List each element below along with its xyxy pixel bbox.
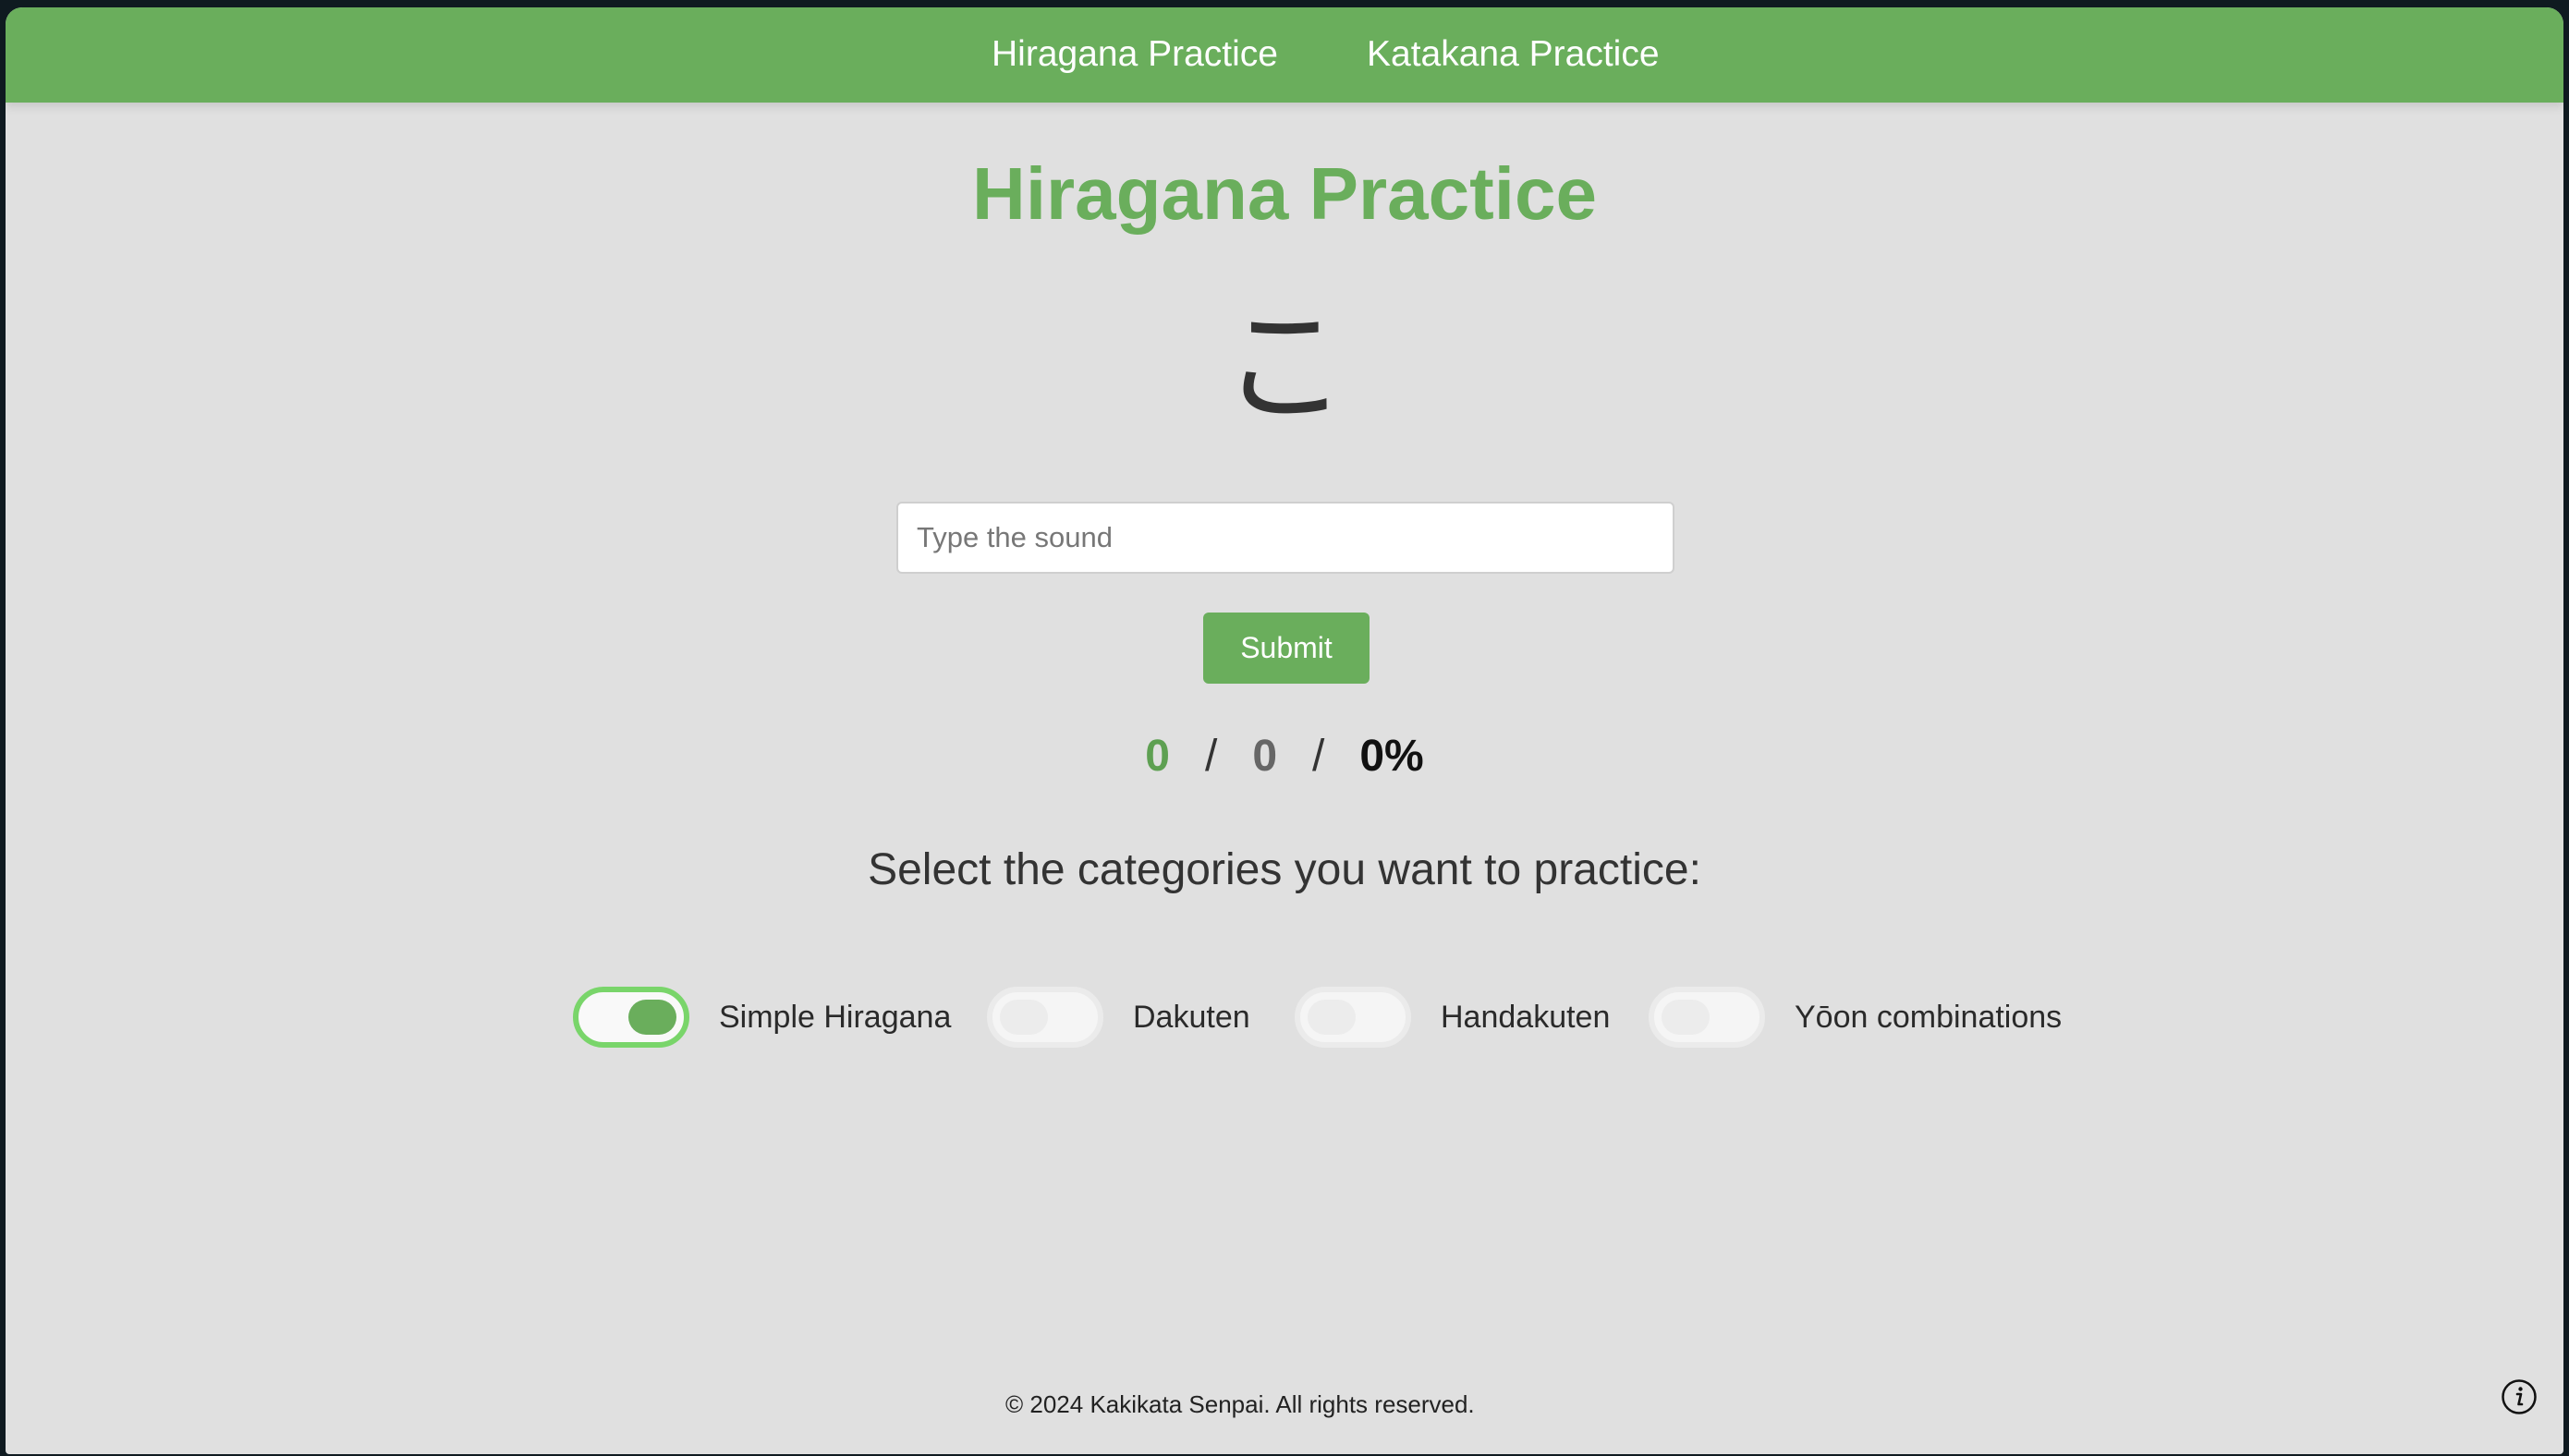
accuracy-percent: 0%	[1359, 732, 1424, 781]
category-simple-hiragana: Simple Hiragana	[573, 985, 951, 1050]
categories-prompt: Select the categories you want to practi…	[868, 845, 1701, 894]
score-separator: /	[1204, 732, 1218, 781]
category-label: Yōon combinations	[1795, 999, 2063, 1035]
category-label: Simple Hiragana	[719, 999, 952, 1035]
answer-input[interactable]	[896, 502, 1674, 574]
category-yoon-combinations: Yōon combinations	[1649, 985, 2062, 1050]
toggle-knob	[1000, 1000, 1048, 1035]
toggle-handakuten[interactable]	[1295, 987, 1411, 1048]
correct-count: 0	[1145, 732, 1170, 781]
submit-button[interactable]: Submit	[1203, 613, 1370, 684]
category-label: Dakuten	[1133, 999, 1250, 1035]
current-kana-character: こ	[1222, 297, 1347, 437]
category-label: Handakuten	[1441, 999, 1611, 1035]
toggle-simple-hiragana[interactable]	[573, 987, 689, 1048]
toggle-knob	[1662, 1000, 1710, 1035]
total-count: 0	[1252, 732, 1278, 781]
toggle-yoon-combinations[interactable]	[1649, 987, 1765, 1048]
toggle-knob	[628, 1000, 676, 1035]
top-navbar: Hiragana Practice Katakana Practice	[6, 7, 2563, 103]
footer-copyright: © 2024 Kakikata Senpai. All rights reser…	[1005, 1390, 1475, 1418]
info-icon[interactable]	[2501, 1378, 2538, 1415]
page-title: Hiragana Practice	[972, 152, 1597, 235]
score-display: 0 / 0 / 0%	[6, 732, 2563, 782]
score-separator: /	[1312, 732, 1325, 781]
category-handakuten: Handakuten	[1295, 985, 1610, 1050]
nav-link-katakana[interactable]: Katakana Practice	[1367, 33, 1660, 77]
toggle-knob	[1308, 1000, 1356, 1035]
app-window: Hiragana Practice Katakana Practice Hira…	[6, 7, 2563, 1454]
category-dakuten: Dakuten	[987, 985, 1250, 1050]
toggle-dakuten[interactable]	[987, 987, 1103, 1048]
nav-link-hiragana[interactable]: Hiragana Practice	[992, 33, 1278, 77]
